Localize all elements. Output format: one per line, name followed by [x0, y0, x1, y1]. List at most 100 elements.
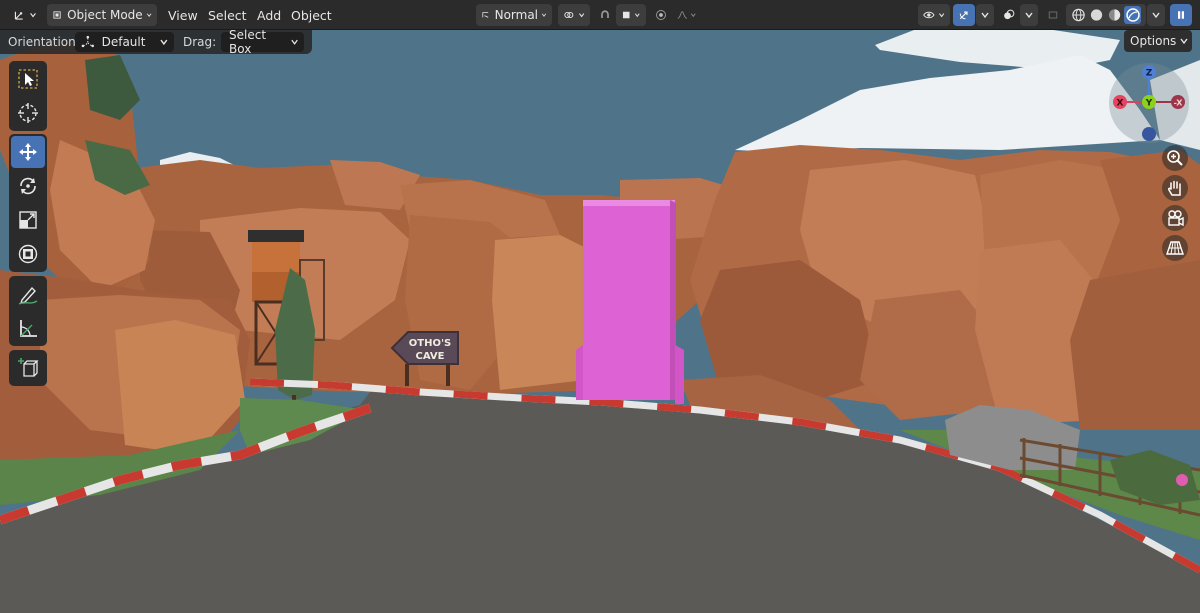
pivot-icon [564, 11, 574, 19]
select-box-icon [18, 69, 38, 89]
editor-type-button[interactable] [8, 4, 42, 26]
gizmo-dropdown[interactable] [976, 4, 994, 26]
measure-tool[interactable] [11, 312, 45, 344]
zoom-button[interactable] [1162, 145, 1188, 171]
xray-icon [1048, 11, 1058, 19]
shading-dropdown[interactable] [1147, 4, 1165, 26]
toolbar-group-transform [9, 134, 47, 272]
orientation-label: Normal [494, 8, 539, 22]
chevron-down-icon [1152, 12, 1160, 19]
axis-editor-icon [14, 11, 23, 20]
drag-label: Drag: [183, 35, 217, 49]
select-box-tool[interactable] [11, 63, 45, 95]
orientation-dropdown[interactable]: Default [75, 32, 174, 52]
pan-button[interactable] [1162, 175, 1188, 201]
wireframe-shading-icon[interactable] [1071, 7, 1086, 23]
pause-icon [1178, 11, 1184, 19]
chevron-down-icon [1025, 12, 1033, 19]
blender-window: OTHO'S CAVE Object Mode View Select Add … [0, 0, 1200, 613]
gizmo-icon [959, 11, 968, 20]
annotate-tool[interactable] [11, 278, 45, 310]
mode-label: Object Mode [67, 8, 143, 22]
sign-line-1: OTHO'S [409, 338, 451, 349]
increment-icon [622, 11, 630, 19]
transform-icon [18, 244, 38, 264]
default-orientation-icon [81, 35, 94, 48]
menu-view[interactable]: View [168, 4, 198, 26]
falloff-curve-icon [677, 11, 687, 19]
3d-viewport[interactable]: OTHO'S CAVE [0, 0, 1200, 613]
menu-add[interactable]: Add [257, 4, 281, 26]
rendered-shading-button[interactable] [1124, 6, 1141, 24]
perspective-grid-icon [1166, 241, 1184, 255]
proportional-editing-toggle[interactable] [650, 4, 672, 26]
options-label: Options [1130, 34, 1177, 48]
camera-icon [1168, 210, 1184, 227]
menu-select[interactable]: Select [208, 4, 247, 26]
chevron-down-icon [1180, 38, 1188, 45]
chevron-down-icon [938, 13, 944, 18]
add-cube-icon [18, 358, 39, 377]
shading-mode-group [1066, 4, 1146, 26]
gizmo-toggle[interactable] [953, 4, 975, 26]
object-mode-icon [53, 11, 61, 19]
rendered-shading-icon [1125, 8, 1140, 22]
drag-value: Select Box [229, 28, 267, 56]
magnet-icon [601, 10, 609, 18]
toolbar-group-annotate [9, 276, 47, 346]
menu-object[interactable]: Object [291, 4, 332, 26]
snap-toggle[interactable] [594, 4, 616, 26]
navigation-gizmo[interactable]: Z X -X Y [1108, 62, 1190, 144]
solid-shading-icon[interactable] [1089, 7, 1104, 23]
chevron-down-icon [146, 13, 152, 17]
chevron-down-icon [691, 13, 697, 18]
falloff-dropdown[interactable] [672, 4, 702, 26]
perspective-toggle-button[interactable] [1162, 235, 1188, 261]
toolbar-group-add [9, 350, 47, 386]
rock [492, 235, 590, 390]
gizmo-z-label: Z [1146, 69, 1153, 79]
add-cube-tool[interactable] [11, 352, 45, 384]
gizmo-y-label: Y [1145, 99, 1153, 109]
eye-icon [923, 11, 935, 19]
toolbar-group-select [9, 61, 47, 131]
scale-tool[interactable] [11, 204, 45, 236]
cursor-tool[interactable] [11, 97, 45, 129]
orientation-icon [482, 12, 489, 18]
rotate-tool[interactable] [11, 170, 45, 202]
scale-icon [19, 211, 37, 229]
camera-view-button[interactable] [1162, 205, 1188, 231]
material-shading-icon[interactable] [1107, 7, 1122, 23]
pause-render-button[interactable] [1170, 4, 1192, 26]
gizmo-x-label: X [1117, 99, 1124, 109]
overlays-dropdown[interactable] [1020, 4, 1038, 26]
orientation-label: Orientation: [8, 35, 80, 49]
gizmo-neg-z-axis[interactable] [1142, 127, 1156, 141]
mode-dropdown[interactable]: Object Mode [47, 4, 157, 26]
scene-render: OTHO'S CAVE [0, 0, 1200, 613]
snap-element-dropdown[interactable] [616, 4, 646, 26]
pivot-point-dropdown[interactable] [558, 4, 590, 26]
proportional-icon [656, 10, 666, 20]
chevron-down-icon [541, 13, 547, 17]
move-tool[interactable] [11, 136, 45, 168]
pink-portal [576, 200, 684, 404]
transform-orientation-dropdown[interactable]: Normal [476, 4, 552, 26]
chevron-down-icon [30, 13, 36, 18]
drag-dropdown[interactable]: Select Box [221, 28, 304, 56]
options-dropdown[interactable]: Options [1124, 30, 1192, 52]
chevron-down-icon [160, 39, 168, 46]
overlays-icon [1004, 9, 1015, 20]
tool-settings-bar: Orientation: Default Drag: Select Box [0, 28, 312, 56]
cursor-icon [18, 103, 38, 123]
chevron-down-icon [981, 12, 989, 19]
xray-toggle[interactable] [1042, 4, 1064, 26]
pan-hand-icon [1168, 180, 1181, 196]
flower [1176, 474, 1188, 486]
chevron-down-icon [635, 13, 641, 18]
visibility-dropdown[interactable] [918, 4, 950, 26]
overlays-toggle[interactable] [998, 4, 1020, 26]
orientation-value: Default [101, 35, 146, 49]
rotate-icon [20, 177, 36, 195]
transform-tool[interactable] [11, 238, 45, 270]
